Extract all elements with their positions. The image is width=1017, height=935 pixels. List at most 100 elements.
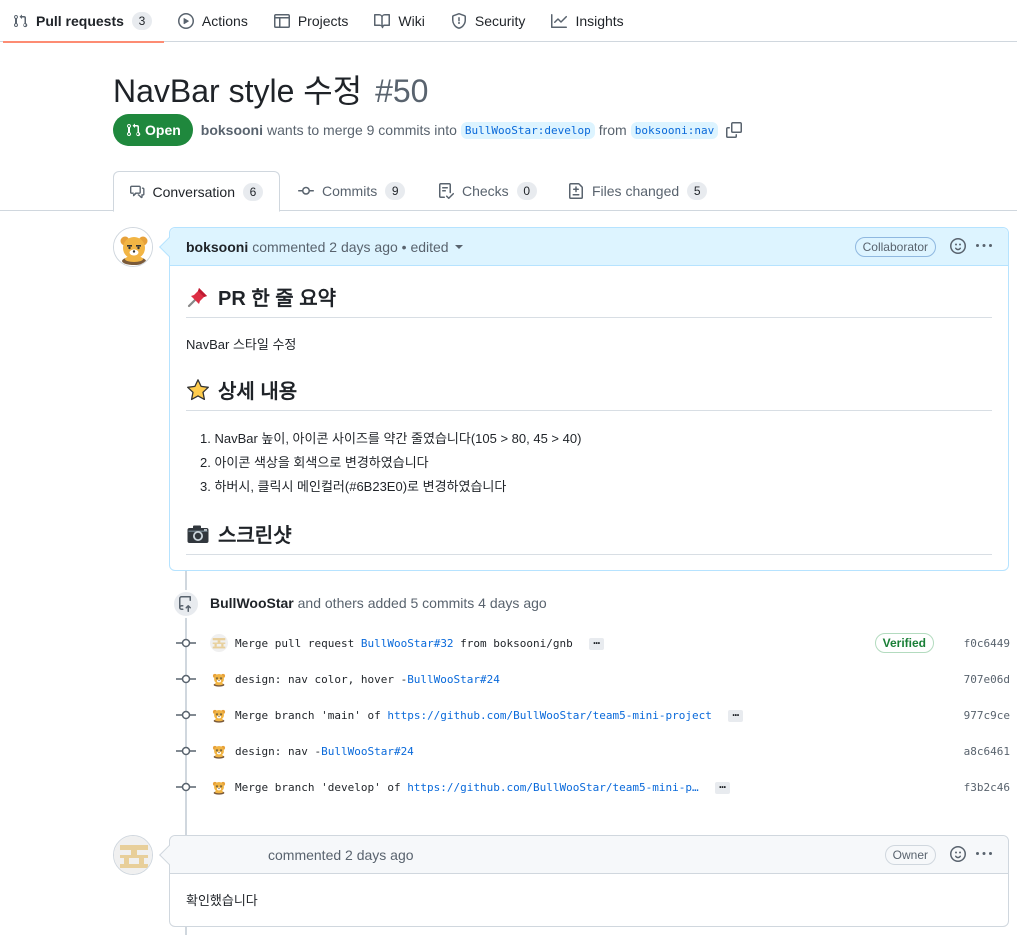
comment-owner: commented 2 days ago Owner 확인했습니다	[159, 835, 1009, 927]
comment-body: 확인했습니다	[170, 874, 1008, 925]
pr-tabs: Conversation 6 Commits 9 Checks 0 Files …	[0, 171, 1017, 212]
heading-details: 상세 내용	[186, 375, 992, 411]
identicon-avatar-image	[114, 836, 153, 875]
commit-issue-link[interactable]: BullWooStar#24	[407, 673, 500, 686]
avatar[interactable]	[210, 706, 228, 724]
star-icon	[187, 378, 209, 400]
comment-body: PR 한 줄 요약 NavBar 스타일 수정 상세 내용 1. NavBar …	[170, 266, 1008, 571]
tab-actions[interactable]: Actions	[177, 0, 260, 42]
commit-row: Merge branch 'develop' of https://github…	[176, 775, 1010, 799]
pr-author-link[interactable]: boksooni	[201, 122, 263, 138]
avatar[interactable]	[113, 227, 153, 267]
comment-author-link[interactable]: boksooni	[186, 239, 248, 255]
copy-icon[interactable]	[726, 122, 743, 138]
comment-meta[interactable]: commented 2 days ago	[268, 847, 414, 863]
graph-icon	[551, 13, 568, 28]
commits-count: 9	[385, 182, 406, 200]
tab-pull-requests[interactable]: Pull requests 3	[3, 0, 164, 43]
details-list: 1. NavBar 높이, 아이콘 사이즈를 약간 줄였습니다(105 > 80…	[186, 427, 992, 499]
head-branch[interactable]: boksooni:nav	[630, 121, 719, 139]
table-icon	[273, 13, 290, 28]
commit-repo-link[interactable]: https://github.com/BullWooStar/team5-min…	[407, 781, 698, 794]
avatar[interactable]	[210, 634, 228, 652]
comment-boksooni: boksooni commented 2 days ago • edited C…	[159, 227, 1009, 571]
commit-node-icon	[176, 743, 196, 759]
commit-issue-link[interactable]: BullWooStar#32	[361, 637, 454, 650]
merge-text: wants to merge 9 commits into	[267, 122, 457, 138]
commit-node-icon	[176, 779, 196, 795]
tab-checks[interactable]: Checks 0	[422, 171, 553, 211]
comment-header: boksooni commented 2 days ago • edited C…	[170, 228, 1008, 266]
repo-push-icon	[179, 596, 191, 612]
commit-message-text: from boksooni/gnb	[453, 636, 573, 650]
commit-sha-link[interactable]: a8c6461	[964, 745, 1010, 758]
commit-sha-link[interactable]: 977c9ce	[964, 709, 1010, 722]
ryan-avatar-image	[114, 228, 153, 267]
tab-commits-label: Commits	[322, 183, 378, 199]
summary-text: NavBar 스타일 수정	[186, 337, 297, 352]
git-pull-request-icon	[14, 14, 28, 27]
comment-actions	[940, 238, 992, 254]
comment-meta[interactable]: commented 2 days ago • edited	[252, 239, 448, 255]
avatar[interactable]	[113, 835, 153, 875]
base-branch[interactable]: BullWooStar:develop	[460, 121, 595, 139]
commit-sha-link[interactable]: 707e06d	[964, 673, 1010, 686]
commit-node-icon	[176, 635, 196, 651]
avatar[interactable]	[210, 778, 228, 796]
from-text: from	[598, 122, 627, 138]
commit-message-text: Merge branch 'main' of	[235, 708, 388, 722]
expand-commit-button[interactable]: …	[715, 779, 730, 794]
tab-security[interactable]: Security	[451, 0, 538, 42]
commit-node-icon	[176, 671, 196, 687]
shield-icon	[451, 12, 466, 29]
commit-sha-link[interactable]: f3b2c46	[964, 781, 1010, 794]
avatar[interactable]	[210, 670, 228, 688]
smiley-icon[interactable]	[950, 846, 966, 862]
comment-actions	[940, 846, 992, 862]
avatar[interactable]	[210, 742, 228, 760]
role-badge: Collaborator	[854, 237, 936, 257]
book-icon	[374, 13, 391, 28]
commit-repo-link[interactable]: https://github.com/BullWooStar/team5-min…	[387, 709, 712, 722]
commit-message[interactable]: design: nav color, hover -BullWooStar#24	[235, 673, 500, 686]
commit-message[interactable]: Merge branch 'develop' of https://github…	[235, 779, 730, 794]
smiley-icon[interactable]	[950, 238, 966, 254]
file-diff-icon	[569, 183, 583, 199]
list-item: 3. 하버시, 클릭시 메인컬러(#6B23E0)로 변경하였습니다	[200, 479, 507, 494]
conversation-count: 6	[243, 182, 263, 201]
tab-insights-label: Insights	[575, 12, 624, 29]
commit-row: Merge branch 'main' of https://github.co…	[176, 703, 1010, 727]
state-badge: Open	[113, 114, 193, 146]
tab-checks-label: Checks	[462, 183, 509, 199]
commit-issue-link[interactable]: BullWooStar#24	[321, 745, 414, 758]
tab-actions-label: Actions	[201, 12, 248, 29]
kebab-horizontal-icon[interactable]	[976, 238, 992, 254]
tab-conversation[interactable]: Conversation 6	[113, 171, 280, 212]
commit-sha-link[interactable]: f0c6449	[964, 637, 1010, 650]
state-label: Open	[145, 122, 181, 138]
commit-message[interactable]: Merge pull request BullWooStar#32 from b…	[235, 635, 605, 650]
commits-event-text: BullWooStar and others added 5 commits 4…	[210, 595, 547, 611]
heading-details-text: 상세 내용	[218, 381, 298, 403]
tab-projects[interactable]: Projects	[273, 0, 361, 42]
expand-commit-button[interactable]: …	[589, 635, 605, 650]
verified-badge[interactable]: Verified	[874, 633, 934, 653]
tab-files-changed[interactable]: Files changed 5	[552, 171, 723, 211]
heading-screenshot: 스크린샷	[186, 519, 992, 555]
tab-wiki[interactable]: Wiki	[374, 0, 436, 42]
expand-commit-button[interactable]: …	[728, 707, 744, 722]
role-badge: Owner	[884, 845, 936, 865]
heading-summary: PR 한 줄 요약	[186, 282, 992, 318]
tab-insights[interactable]: Insights	[551, 0, 635, 42]
tab-commits[interactable]: Commits 9	[282, 171, 421, 211]
commit-message[interactable]: Merge branch 'main' of https://github.co…	[235, 707, 744, 722]
commit-message[interactable]: design: nav -BullWooStar#24	[235, 745, 414, 758]
chevron-down-icon[interactable]	[454, 244, 463, 249]
kebab-horizontal-icon[interactable]	[976, 846, 992, 862]
comment-header: commented 2 days ago Owner	[170, 836, 1008, 874]
event-author-link[interactable]: BullWooStar	[210, 595, 294, 611]
tab-projects-label: Projects	[297, 12, 349, 29]
heading-summary-text: PR 한 줄 요약	[218, 288, 337, 310]
git-commit-icon	[298, 186, 314, 195]
push-event-badge	[172, 590, 200, 618]
